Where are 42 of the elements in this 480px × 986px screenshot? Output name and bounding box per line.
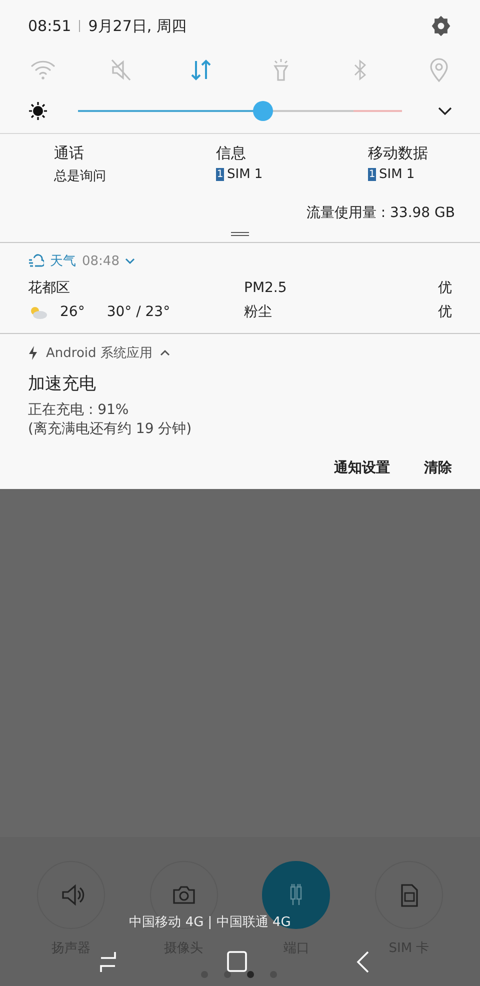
- back-icon[interactable]: [356, 951, 370, 973]
- carrier-text: 中国移动 4G | 中国联通 4G: [129, 914, 291, 931]
- weather-app-name: 天气: [50, 253, 76, 270]
- drag-handle-icon[interactable]: [231, 232, 249, 236]
- current-temperature: 26°: [60, 304, 85, 320]
- partly-cloudy-icon: [28, 305, 48, 319]
- sim-setting-label: 移动数据: [368, 144, 429, 163]
- lightning-icon: [28, 346, 38, 360]
- notification-text: 正在充电 : 91%: [28, 401, 130, 420]
- sim-setting-label: 信息: [216, 144, 247, 163]
- air-quality-value: 优: [438, 303, 452, 321]
- date-text: 9月27日, 周四: [88, 16, 186, 36]
- city-name: 花都区: [28, 279, 71, 297]
- connection-tile[interactable]: [374, 861, 443, 929]
- weather-cloud-icon: [28, 254, 44, 268]
- air-quality-name: 粉尘: [244, 303, 273, 321]
- clock-time: 08:51: [28, 17, 72, 35]
- notification-app-name: Android 系统应用: [46, 345, 152, 362]
- notification-text: (离充满电还有约 19 分钟): [28, 420, 193, 439]
- expand-chevron-icon[interactable]: [438, 106, 452, 116]
- home-icon[interactable]: [227, 951, 247, 973]
- weather-card[interactable]: 天气 08:48 花都区 PM2.5 优 26° 30° / 23° 粉尘 优: [0, 242, 480, 333]
- collapse-chevron-icon[interactable]: [160, 349, 170, 357]
- settings-icon[interactable]: [430, 15, 452, 37]
- sim-setting-label: 通话: [54, 144, 85, 163]
- sim-number-badge: 1: [216, 168, 224, 181]
- recent-apps-icon[interactable]: [98, 951, 118, 973]
- slider-thumb[interactable]: [252, 101, 273, 121]
- temperature-range: 30° / 23°: [106, 304, 170, 320]
- brightness-icon: [28, 101, 48, 121]
- sim-setting-value[interactable]: SIM 1: [379, 167, 415, 182]
- air-quality-value: 优: [438, 279, 452, 297]
- connection-tile[interactable]: [37, 861, 105, 929]
- notification-action[interactable]: 清除: [424, 459, 452, 477]
- sim-number-badge: 1: [368, 168, 376, 181]
- notification-title: 加速充电: [28, 373, 97, 395]
- sim-setting-value[interactable]: 总是询问: [54, 167, 106, 185]
- air-quality-name: PM2.5: [244, 279, 288, 297]
- sim-setting-value[interactable]: SIM 1: [227, 167, 263, 182]
- data-usage-text: 流量使用量 : 33.98 GB: [306, 204, 455, 222]
- notification-action[interactable]: 通知设置: [334, 459, 390, 477]
- weather-update-time: 08:48: [82, 254, 120, 268]
